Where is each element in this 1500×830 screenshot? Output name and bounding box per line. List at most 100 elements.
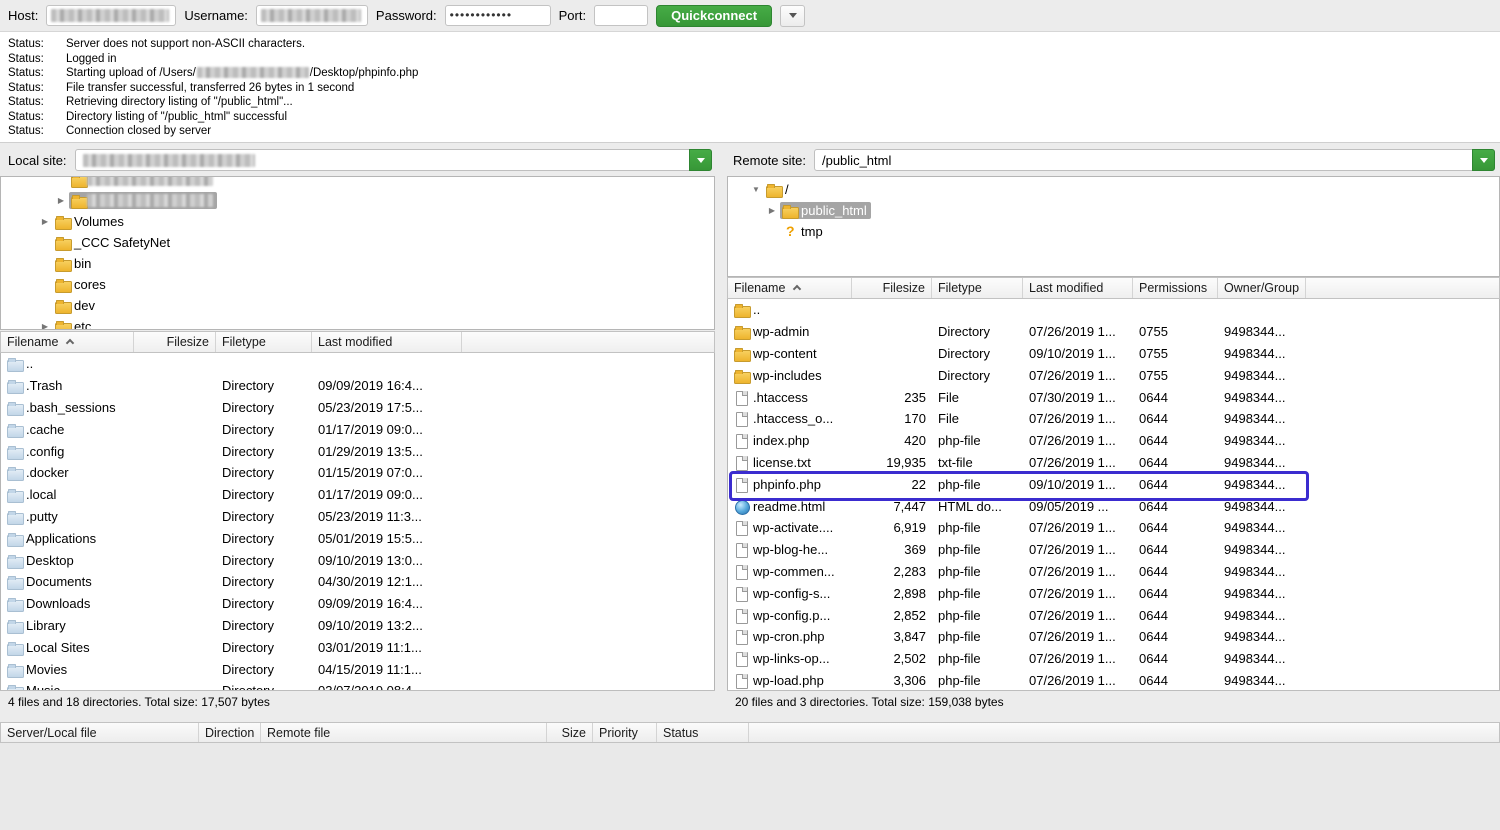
tree-item-redacted[interactable] <box>1 176 714 190</box>
column-header-filename[interactable]: Filename <box>1 332 134 352</box>
column-header-last-modified[interactable]: Last modified <box>1023 278 1133 298</box>
local-site-dropdown-button[interactable] <box>689 149 712 171</box>
remote-site-combobox[interactable]: /public_html <box>814 149 1495 171</box>
column-header-filename[interactable]: Filename <box>728 278 852 298</box>
folder-icon <box>7 618 23 633</box>
file-row[interactable]: phpinfo.php22php-file09/10/2019 1...0644… <box>728 473 1499 495</box>
log-line: Status:Connection closed by server <box>8 124 1492 139</box>
type-cell: Directory <box>216 440 312 462</box>
tree-item-tmp[interactable]: tmp <box>728 221 1499 242</box>
file-row[interactable]: .htaccess_o...170File07/26/2019 1...0644… <box>728 408 1499 430</box>
column-header-filesize[interactable]: Filesize <box>852 278 932 298</box>
column-header-filesize[interactable]: Filesize <box>134 332 216 352</box>
file-row[interactable]: .dockerDirectory01/15/2019 07:0... <box>1 462 714 484</box>
tree-item-dev[interactable]: dev <box>1 295 714 316</box>
file-row[interactable]: wp-config-s...2,898php-file07/26/2019 1.… <box>728 582 1499 604</box>
file-row[interactable]: wp-contentDirectory09/10/2019 1...075594… <box>728 343 1499 365</box>
expand-arrow-icon[interactable]: ▶ <box>37 211 53 232</box>
type-cell: php-file <box>932 604 1023 626</box>
file-row[interactable]: MoviesDirectory04/15/2019 11:1... <box>1 658 714 680</box>
quickconnect-dropdown-button[interactable] <box>780 5 805 27</box>
file-row[interactable]: wp-commen...2,283php-file07/26/2019 1...… <box>728 561 1499 583</box>
file-row[interactable]: Local SitesDirectory03/01/2019 11:1... <box>1 636 714 658</box>
column-header-filetype[interactable]: Filetype <box>932 278 1023 298</box>
tree-item-volumes[interactable]: ▶Volumes <box>1 211 714 232</box>
size-cell: 7,447 <box>852 495 932 517</box>
tree-item-public-html[interactable]: ▶public_html <box>728 200 1499 221</box>
tree-label: / <box>764 181 793 198</box>
file-row[interactable]: DocumentsDirectory04/30/2019 12:1... <box>1 571 714 593</box>
filename-text: wp-cron.php <box>753 629 825 644</box>
file-row[interactable]: index.php420php-file07/26/2019 1...06449… <box>728 430 1499 452</box>
expand-arrow-icon[interactable]: ▶ <box>764 200 780 221</box>
filename-text: Documents <box>26 574 92 589</box>
column-header-label: Server/Local file <box>7 726 97 740</box>
modified-cell: 09/09/2019 16:4... <box>312 593 462 615</box>
file-row[interactable]: .htaccess235File07/30/2019 1...064494983… <box>728 386 1499 408</box>
tree-item-redacted[interactable]: ▶ <box>1 190 714 211</box>
file-icon <box>734 651 750 666</box>
column-header-last-modified[interactable]: Last modified <box>312 332 462 352</box>
tree-item--[interactable]: ▼/ <box>728 179 1499 200</box>
column-header-remote-file[interactable]: Remote file <box>261 723 547 742</box>
filename-cell: Applications <box>1 527 134 549</box>
file-row[interactable]: MusicDirectory03/07/2019 08:4... <box>1 680 714 690</box>
file-row[interactable]: .TrashDirectory09/09/2019 16:4... <box>1 375 714 397</box>
file-row[interactable]: .cacheDirectory01/17/2019 09:0... <box>1 418 714 440</box>
tree-item-etc[interactable]: ▶etc <box>1 316 714 330</box>
expand-arrow-icon[interactable]: ▶ <box>37 316 53 330</box>
folder-icon <box>766 182 782 197</box>
expand-arrow-icon[interactable]: ▶ <box>53 190 69 211</box>
password-input[interactable]: •••••••••••• <box>445 5 551 26</box>
tree-item-bin[interactable]: bin <box>1 253 714 274</box>
column-header-direction[interactable]: Direction <box>199 723 261 742</box>
log-message: File transfer successful, transferred 26… <box>66 81 354 96</box>
file-row[interactable]: .configDirectory01/29/2019 13:5... <box>1 440 714 462</box>
tree-label-text: / <box>785 182 789 197</box>
host-input[interactable] <box>46 5 176 26</box>
file-row[interactable]: .bash_sessionsDirectory05/23/2019 17:5..… <box>1 397 714 419</box>
local-list-header: FilenameFilesize Filetype Last modified <box>0 331 715 353</box>
owner-cell: 9498344... <box>1218 517 1306 539</box>
column-header-server-local-file[interactable]: Server/Local file <box>1 723 199 742</box>
file-row[interactable]: DownloadsDirectory09/09/2019 16:4... <box>1 593 714 615</box>
remote-site-dropdown-button[interactable] <box>1472 149 1495 171</box>
column-header-owner-group[interactable]: Owner/Group <box>1218 278 1306 298</box>
file-row[interactable]: wp-includesDirectory07/26/2019 1...07559… <box>728 364 1499 386</box>
file-row[interactable]: .puttyDirectory05/23/2019 11:3... <box>1 506 714 528</box>
file-row[interactable]: readme.html7,447HTML do...09/05/2019 ...… <box>728 495 1499 517</box>
file-row[interactable]: DesktopDirectory09/10/2019 13:0... <box>1 549 714 571</box>
column-header-size[interactable]: Size <box>547 723 593 742</box>
local-site-combobox[interactable] <box>75 149 712 171</box>
port-input[interactable] <box>594 5 648 26</box>
filename-text: wp-includes <box>753 368 822 383</box>
folder-icon <box>55 256 71 271</box>
column-header-filetype[interactable]: Filetype <box>216 332 312 352</box>
file-icon <box>734 390 750 405</box>
size-cell <box>134 484 216 506</box>
file-row[interactable]: wp-config.p...2,852php-file07/26/2019 1.… <box>728 604 1499 626</box>
file-row[interactable]: LibraryDirectory09/10/2019 13:2... <box>1 615 714 637</box>
file-row[interactable]: wp-blog-he...369php-file07/26/2019 1...0… <box>728 539 1499 561</box>
file-row[interactable]: .localDirectory01/17/2019 09:0... <box>1 484 714 506</box>
quickconnect-button[interactable]: Quickconnect <box>656 5 772 27</box>
file-row[interactable]: .. <box>1 353 714 375</box>
file-row[interactable]: wp-cron.php3,847php-file07/26/2019 1...0… <box>728 626 1499 648</box>
column-header-permissions[interactable]: Permissions <box>1133 278 1218 298</box>
column-header-priority[interactable]: Priority <box>593 723 657 742</box>
file-row[interactable]: .. <box>728 299 1499 321</box>
column-header-status[interactable]: Status <box>657 723 749 742</box>
size-cell: 22 <box>852 473 932 495</box>
tree-item-cores[interactable]: cores <box>1 274 714 295</box>
file-row[interactable]: wp-activate....6,919php-file07/26/2019 1… <box>728 517 1499 539</box>
file-row[interactable]: wp-load.php3,306php-file07/26/2019 1...0… <box>728 670 1499 690</box>
file-row[interactable]: wp-links-op...2,502php-file07/26/2019 1.… <box>728 648 1499 670</box>
file-row[interactable]: ApplicationsDirectory05/01/2019 15:5... <box>1 527 714 549</box>
username-input[interactable] <box>256 5 368 26</box>
tree-item--ccc-safetynet[interactable]: _CCC SafetyNet <box>1 232 714 253</box>
file-row[interactable]: wp-adminDirectory07/26/2019 1...07559498… <box>728 321 1499 343</box>
file-row[interactable]: license.txt19,935txt-file07/26/2019 1...… <box>728 452 1499 474</box>
type-cell: Directory <box>932 343 1023 365</box>
column-header-label: Filetype <box>222 335 266 349</box>
collapse-arrow-icon[interactable]: ▼ <box>748 179 764 200</box>
